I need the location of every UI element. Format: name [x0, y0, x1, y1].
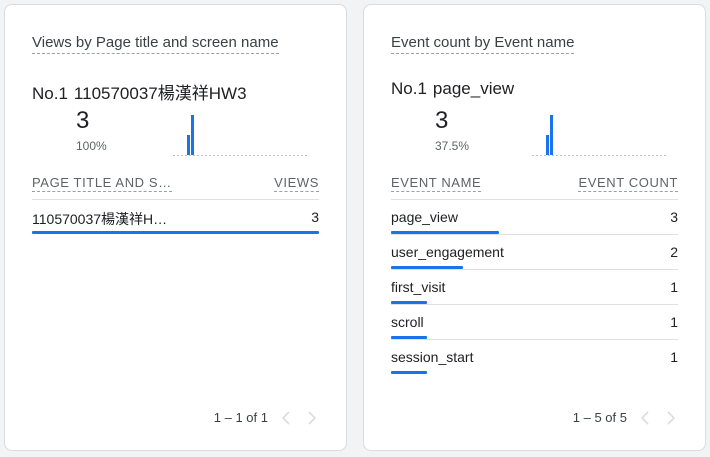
chevron-right-icon[interactable]: [661, 406, 681, 430]
row-label: first_visit: [391, 279, 446, 295]
top-rank: No.1: [391, 79, 427, 98]
card-title[interactable]: Views by Page title and screen name: [32, 34, 279, 54]
row-value: 1: [670, 314, 678, 330]
top-item-name: page_view: [432, 79, 515, 98]
table-rows: 110570037楊漢祥H… 3: [32, 200, 319, 234]
sparkline-bar: [550, 115, 553, 155]
column-header-views[interactable]: VIEWS: [274, 175, 319, 192]
row-proportion-bar: [391, 231, 499, 234]
chevron-left-icon[interactable]: [635, 406, 655, 430]
row-proportion-bar: [391, 266, 463, 269]
row-label: user_engagement: [391, 244, 504, 260]
top-item-share: 37.5%: [435, 139, 470, 153]
table-row[interactable]: user_engagement 2: [391, 235, 678, 270]
row-label: page_view: [391, 209, 458, 225]
card-title[interactable]: Event count by Event name: [391, 34, 575, 54]
row-value: 2: [670, 244, 678, 260]
pagination-range: 1 – 1 of 1: [213, 410, 268, 425]
table-rows: page_view 3 user_engagement 2 first_visit 1 sc…: [391, 200, 678, 374]
sparkline-bar: [546, 135, 549, 155]
row-value: 3: [311, 209, 319, 225]
column-header-page-title[interactable]: PAGE TITLE AND S…: [32, 175, 172, 192]
chevron-right-icon[interactable]: [302, 406, 322, 430]
table-row[interactable]: 110570037楊漢祥H… 3: [32, 200, 319, 234]
row-proportion-bar: [391, 336, 427, 339]
row-label: 110570037楊漢祥H…: [32, 211, 168, 227]
sparkline-bar: [191, 115, 194, 155]
table-row[interactable]: session_start 1: [391, 340, 678, 374]
row-proportion-bar: [32, 231, 319, 234]
row-value: 3: [670, 209, 678, 225]
top-item-value: 3: [76, 107, 90, 134]
top-rank: No.1: [32, 84, 68, 103]
top-item-value: 3: [435, 107, 449, 134]
column-header-event-name[interactable]: EVENT NAME: [391, 175, 482, 192]
top-item: No.1 page_view: [391, 79, 514, 99]
chevron-left-icon[interactable]: [276, 406, 296, 430]
top-item: No.1 110570037楊漢祥HW3: [32, 79, 247, 104]
column-header-event-count[interactable]: EVENT COUNT: [578, 175, 678, 192]
event-count-by-event-name-card: Event count by Event name No.1 page_view …: [363, 4, 706, 451]
table-row[interactable]: first_visit 1: [391, 270, 678, 305]
row-label: scroll: [391, 314, 424, 330]
top-item-share: 100%: [76, 139, 107, 153]
sparkline-chart: [532, 115, 666, 156]
table-row[interactable]: page_view 3: [391, 200, 678, 235]
sparkline-bar: [187, 135, 190, 155]
table-row[interactable]: scroll 1: [391, 305, 678, 340]
pagination-range: 1 – 5 of 5: [572, 410, 627, 425]
row-proportion-bar: [391, 301, 427, 304]
row-proportion-bar: [391, 371, 427, 374]
top-item-name: 110570037楊漢祥HW3: [73, 84, 247, 103]
views-by-page-title-card: Views by Page title and screen name No.1…: [4, 4, 347, 451]
row-value: 1: [670, 349, 678, 365]
row-value: 1: [670, 279, 678, 295]
sparkline-chart: [173, 115, 307, 156]
row-label: session_start: [391, 349, 474, 365]
